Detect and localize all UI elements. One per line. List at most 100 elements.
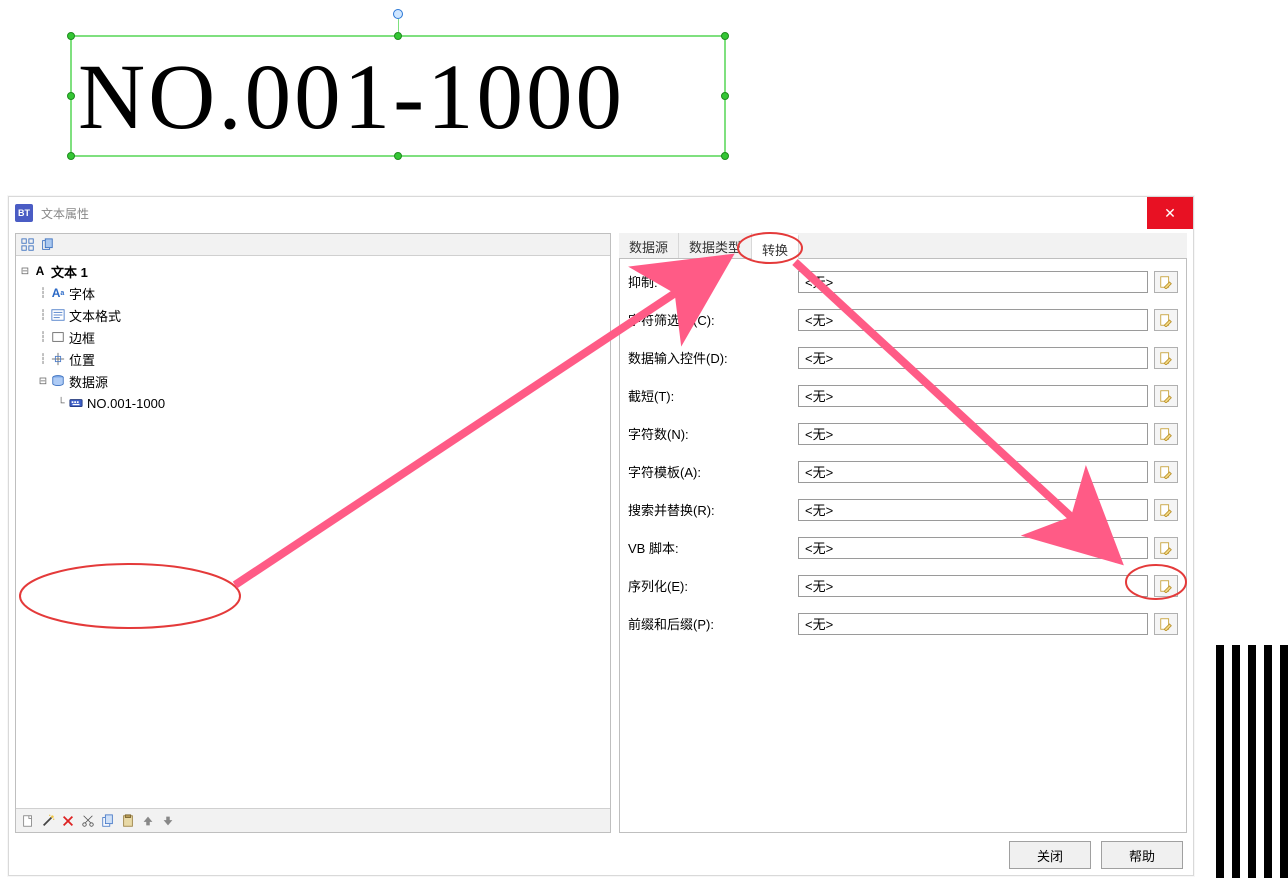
tree-connector: ┆ — [36, 332, 50, 343]
edit-property-icon — [1159, 503, 1173, 517]
value-chartemplate[interactable]: <无> — [798, 461, 1148, 483]
close-button[interactable]: 关闭 — [1009, 841, 1091, 869]
tree-node-datasource[interactable]: ⊟ 数据源 — [18, 370, 608, 392]
resize-handle-bottom-left[interactable] — [67, 152, 75, 160]
edit-property-icon — [1159, 389, 1173, 403]
value-datainput[interactable]: <无> — [798, 347, 1148, 369]
value-serialize[interactable]: <无> — [798, 575, 1148, 597]
edit-property-icon — [1159, 275, 1173, 289]
resize-handle-mid-top[interactable] — [394, 32, 402, 40]
value-truncate[interactable]: <无> — [798, 385, 1148, 407]
expander-icon[interactable]: ⊟ — [18, 266, 32, 277]
text-a-icon: A — [32, 263, 48, 279]
tree-bottom-toolbar — [16, 808, 610, 832]
tree-node-font[interactable]: ┆ Aa 字体 — [18, 282, 608, 304]
expander-icon[interactable]: ⊟ — [36, 376, 50, 387]
rotate-handle-icon[interactable] — [393, 9, 403, 19]
row-datainput: 数据输入控件(D): <无> — [628, 345, 1178, 370]
row-suppress: 抑制: <无> — [628, 269, 1178, 294]
edit-vbscript-button[interactable] — [1154, 537, 1178, 559]
help-button[interactable]: 帮助 — [1101, 841, 1183, 869]
new-item-button[interactable] — [20, 813, 36, 829]
edit-charcount-button[interactable] — [1154, 423, 1178, 445]
properties-right-panel: 数据源 数据类型 转换 抑制: <无> 字符筛选器(C): <无> — [619, 233, 1187, 833]
value-charcount[interactable]: <无> — [798, 423, 1148, 445]
label-suppress: 抑制: — [628, 272, 798, 291]
paste-icon — [121, 814, 135, 828]
tree-copy-button[interactable] — [39, 237, 55, 253]
resize-handle-mid-right[interactable] — [721, 92, 729, 100]
edit-searchreplace-button[interactable] — [1154, 499, 1178, 521]
canvas-text-object[interactable]: NO.001-1000 — [70, 35, 726, 157]
tree-node-datasource-child[interactable]: └ NO.001-1000 — [18, 392, 608, 414]
row-serialize: 序列化(E): <无> — [628, 573, 1178, 598]
font-icon: Aa — [50, 285, 66, 301]
tree-node-border[interactable]: ┆ 边框 — [18, 326, 608, 348]
label-truncate: 截短(T): — [628, 386, 798, 405]
tree-connector: └ — [54, 398, 68, 409]
edit-truncate-button[interactable] — [1154, 385, 1178, 407]
arrow-down-icon — [161, 814, 175, 828]
label-searchreplace: 搜索并替换(R): — [628, 500, 798, 519]
canvas-text-value[interactable]: NO.001-1000 — [72, 37, 724, 159]
property-tree[interactable]: ⊟ A 文本 1 ┆ Aa 字体 ┆ 文本格式 ┆ — [16, 256, 610, 808]
value-suppress[interactable]: <无> — [798, 271, 1148, 293]
wizard-button[interactable] — [40, 813, 56, 829]
edit-property-icon — [1159, 617, 1173, 631]
cut-button[interactable] — [80, 813, 96, 829]
resize-handle-mid-left[interactable] — [67, 92, 75, 100]
value-vbscript[interactable]: <无> — [798, 537, 1148, 559]
edit-serialize-button[interactable] — [1154, 575, 1178, 597]
textformat-icon — [50, 307, 66, 323]
resize-handle-top-left[interactable] — [67, 32, 75, 40]
tree-expand-all-button[interactable] — [20, 237, 36, 253]
tree-root-label: 文本 1 — [51, 262, 88, 281]
edit-chartemplate-button[interactable] — [1154, 461, 1178, 483]
value-searchreplace[interactable]: <无> — [798, 499, 1148, 521]
tree-border-label: 边框 — [69, 328, 95, 347]
edit-suppress-button[interactable] — [1154, 271, 1178, 293]
tree-node-root[interactable]: ⊟ A 文本 1 — [18, 260, 608, 282]
row-vbscript: VB 脚本: <无> — [628, 535, 1178, 560]
tree-node-position[interactable]: ┆ 位置 — [18, 348, 608, 370]
tree-ds-child-label: NO.001-1000 — [87, 396, 165, 411]
paste-button[interactable] — [120, 813, 136, 829]
dialog-title: 文本属性 — [41, 205, 89, 222]
delete-button[interactable] — [60, 813, 76, 829]
tree-position-label: 位置 — [69, 350, 95, 369]
tree-textformat-label: 文本格式 — [69, 306, 121, 325]
edit-property-icon — [1159, 541, 1173, 555]
tree-node-textformat[interactable]: ┆ 文本格式 — [18, 304, 608, 326]
tab-transform[interactable]: 转换 — [752, 234, 799, 259]
tab-datasource[interactable]: 数据源 — [619, 233, 679, 258]
copy-bottom-button[interactable] — [100, 813, 116, 829]
tree-toolbar — [16, 234, 610, 256]
resize-handle-mid-bottom[interactable] — [394, 152, 402, 160]
label-vbscript: VB 脚本: — [628, 538, 798, 557]
row-charcount: 字符数(N): <无> — [628, 421, 1178, 446]
tree-panel: ⊟ A 文本 1 ┆ Aa 字体 ┆ 文本格式 ┆ — [15, 233, 611, 833]
tab-datatype[interactable]: 数据类型 — [679, 233, 752, 258]
new-icon — [21, 814, 35, 828]
copy-icon — [101, 814, 115, 828]
value-prefixsuffix[interactable]: <无> — [798, 613, 1148, 635]
value-charfilter[interactable]: <无> — [798, 309, 1148, 331]
transform-form: 抑制: <无> 字符筛选器(C): <无> 数据输入控件(D): <无> — [619, 259, 1187, 833]
move-down-button[interactable] — [160, 813, 176, 829]
tree-connector: ┆ — [36, 288, 50, 299]
label-charfilter: 字符筛选器(C): — [628, 310, 798, 329]
edit-prefixsuffix-button[interactable] — [1154, 613, 1178, 635]
dialog-close-button[interactable]: ✕ — [1147, 197, 1193, 229]
close-icon: ✕ — [1164, 205, 1176, 222]
edit-charfilter-button[interactable] — [1154, 309, 1178, 331]
move-up-button[interactable] — [140, 813, 156, 829]
row-searchreplace: 搜索并替换(R): <无> — [628, 497, 1178, 522]
label-serialize: 序列化(E): — [628, 576, 798, 595]
resize-handle-top-right[interactable] — [721, 32, 729, 40]
edit-datainput-button[interactable] — [1154, 347, 1178, 369]
tabstrip: 数据源 数据类型 转换 — [619, 233, 1187, 259]
row-chartemplate: 字符模板(A): <无> — [628, 459, 1178, 484]
resize-handle-bottom-right[interactable] — [721, 152, 729, 160]
label-prefixsuffix: 前缀和后缀(P): — [628, 614, 798, 633]
arrow-up-icon — [141, 814, 155, 828]
